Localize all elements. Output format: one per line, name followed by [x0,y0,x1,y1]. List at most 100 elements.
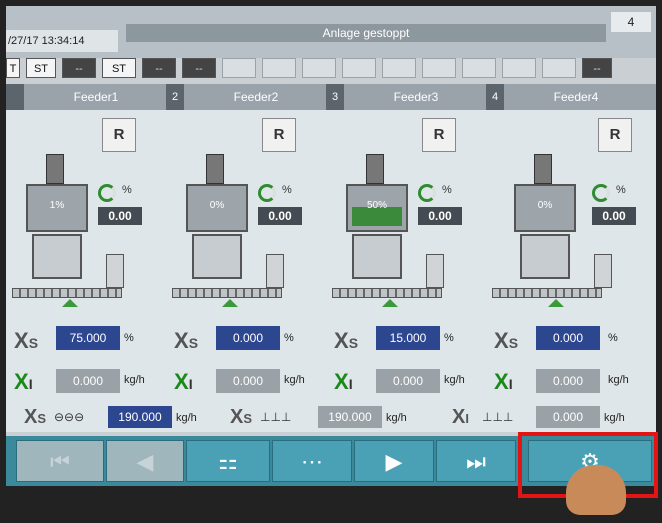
feeder-body [520,234,570,279]
refill-icon [258,184,276,202]
feeder-name: Feeder3 [393,90,439,104]
feeder-header: 2 Feeder2 [166,84,326,110]
hopper-fill-label: 50% [366,200,387,211]
hopper: 50% [346,184,408,232]
line-setpoint-label: XS [230,406,253,428]
actual-unit: kg/h [124,374,145,386]
reset-button[interactable]: R [102,118,136,152]
first-icon: ⏮ [50,449,70,474]
line-setpoint-unit: kg/h [386,412,407,424]
last-icon: ⏭ [466,449,486,474]
discharge-indicator [222,299,238,307]
feeder-name: Feeder4 [553,90,599,104]
motor [426,254,444,288]
percent-value: 0.00 [98,207,142,225]
mode-box-empty [542,58,576,78]
mode-box-4: -- [142,58,176,78]
line-actual-value: 0.000 [536,406,600,428]
screw-conveyor [492,288,602,298]
mode-box-empty [342,58,376,78]
feeder-name: Feeder2 [233,90,279,104]
mode-box-0: T [6,58,20,78]
feeder-number [6,84,24,110]
actual-value: 0.000 [376,369,440,393]
actual-label: XI [334,369,353,394]
setpoint-unit: % [444,332,454,344]
feeder-header: 3 Feeder3 [326,84,486,110]
total-setpoint-value[interactable]: 190.000 [108,406,172,428]
setpoint-label: XS [14,328,39,353]
motor [266,254,284,288]
line-feeders-icon: ⊥⊥⊥ [260,410,292,424]
refill-icon [98,184,116,202]
setpoint-value[interactable]: 0.000 [536,326,600,350]
feeder-body [32,234,82,279]
setpoint-value[interactable]: 0.000 [216,326,280,350]
hopper: 0% [514,184,576,232]
feeder-body [192,234,242,279]
trend-chart-icon: ⋯ [301,449,323,474]
actual-value: 0.000 [216,369,280,393]
feeder-body [352,234,402,279]
screw-conveyor [172,288,282,298]
setpoint-unit: % [608,332,618,344]
setpoint-value[interactable]: 75.000 [56,326,120,350]
setpoint-value[interactable]: 15.000 [376,326,440,350]
mode-box-empty [502,58,536,78]
screw-conveyor [332,288,442,298]
total-feeders-icon: ⊖⊖⊖ [54,410,85,424]
percent-value: 0.00 [418,207,462,225]
motor [106,254,124,288]
actual-value: 0.000 [536,369,600,393]
hopper-neck [366,154,384,184]
percent-value: 0.00 [258,207,302,225]
feeder-panel-1: Feeder1 R 1% % 0.00 XS 75.000 % XI 0.000… [6,84,167,409]
mode-box-empty [422,58,456,78]
actual-label: XI [14,369,33,394]
hopper-neck [534,154,552,184]
feeder-header: Feeder1 [6,84,166,110]
trend-button[interactable]: ⋯ [272,440,352,482]
feeder-overview-button[interactable]: ⚏ [186,440,270,482]
mode-box-2: -- [62,58,96,78]
actual-label: XI [174,369,193,394]
reset-button[interactable]: R [598,118,632,152]
plant-status: Anlage gestoppt [126,24,606,42]
feeders-grid-icon: ⚏ [218,449,238,474]
feeder-panel-2: 2 Feeder2 R 0% % 0.00 XS 0.000 % XI 0.00… [166,84,327,409]
setpoint-unit: % [124,332,134,344]
percent-value: 0.00 [592,207,636,225]
setpoint-label: XS [334,328,359,353]
status-bar: /27/17 13:34:14 Anlage gestoppt 4 [6,6,656,58]
total-setpoint-label: XS [24,406,47,428]
hmi-screen: /27/17 13:34:14 Anlage gestoppt 4 T ST -… [6,6,656,486]
total-setpoint-unit: kg/h [176,412,197,424]
setpoint-label: XS [174,328,199,353]
last-page-button[interactable]: ⏭ [436,440,516,482]
hopper: 0% [186,184,248,232]
hopper-fill-label: 1% [49,200,65,211]
refill-icon [592,184,610,202]
reset-button[interactable]: R [422,118,456,152]
discharge-indicator [382,299,398,307]
forward-arrow-icon: ▶ [385,449,403,474]
feeder-number: 2 [166,84,184,110]
refill-icon [418,184,436,202]
hopper-fill-label: 0% [537,200,553,211]
mode-box-empty [222,58,256,78]
previous-page-button[interactable]: ◀ [106,440,184,482]
mode-box-6: -- [582,58,612,78]
mode-box-empty [262,58,296,78]
first-page-button[interactable]: ⏮ [16,440,104,482]
discharge-indicator [548,299,564,307]
next-page-button[interactable]: ▶ [354,440,434,482]
motor [594,254,612,288]
finger [566,465,626,515]
screw-conveyor [12,288,122,298]
totals-row: XS ⊖⊖⊖ 190.000 kg/h XS ⊥⊥⊥ 190.000 kg/h … [6,404,656,432]
actual-value: 0.000 [56,369,120,393]
reset-button[interactable]: R [262,118,296,152]
mode-box-empty [382,58,416,78]
page-number: 4 [611,12,651,32]
mode-box-5: -- [182,58,216,78]
